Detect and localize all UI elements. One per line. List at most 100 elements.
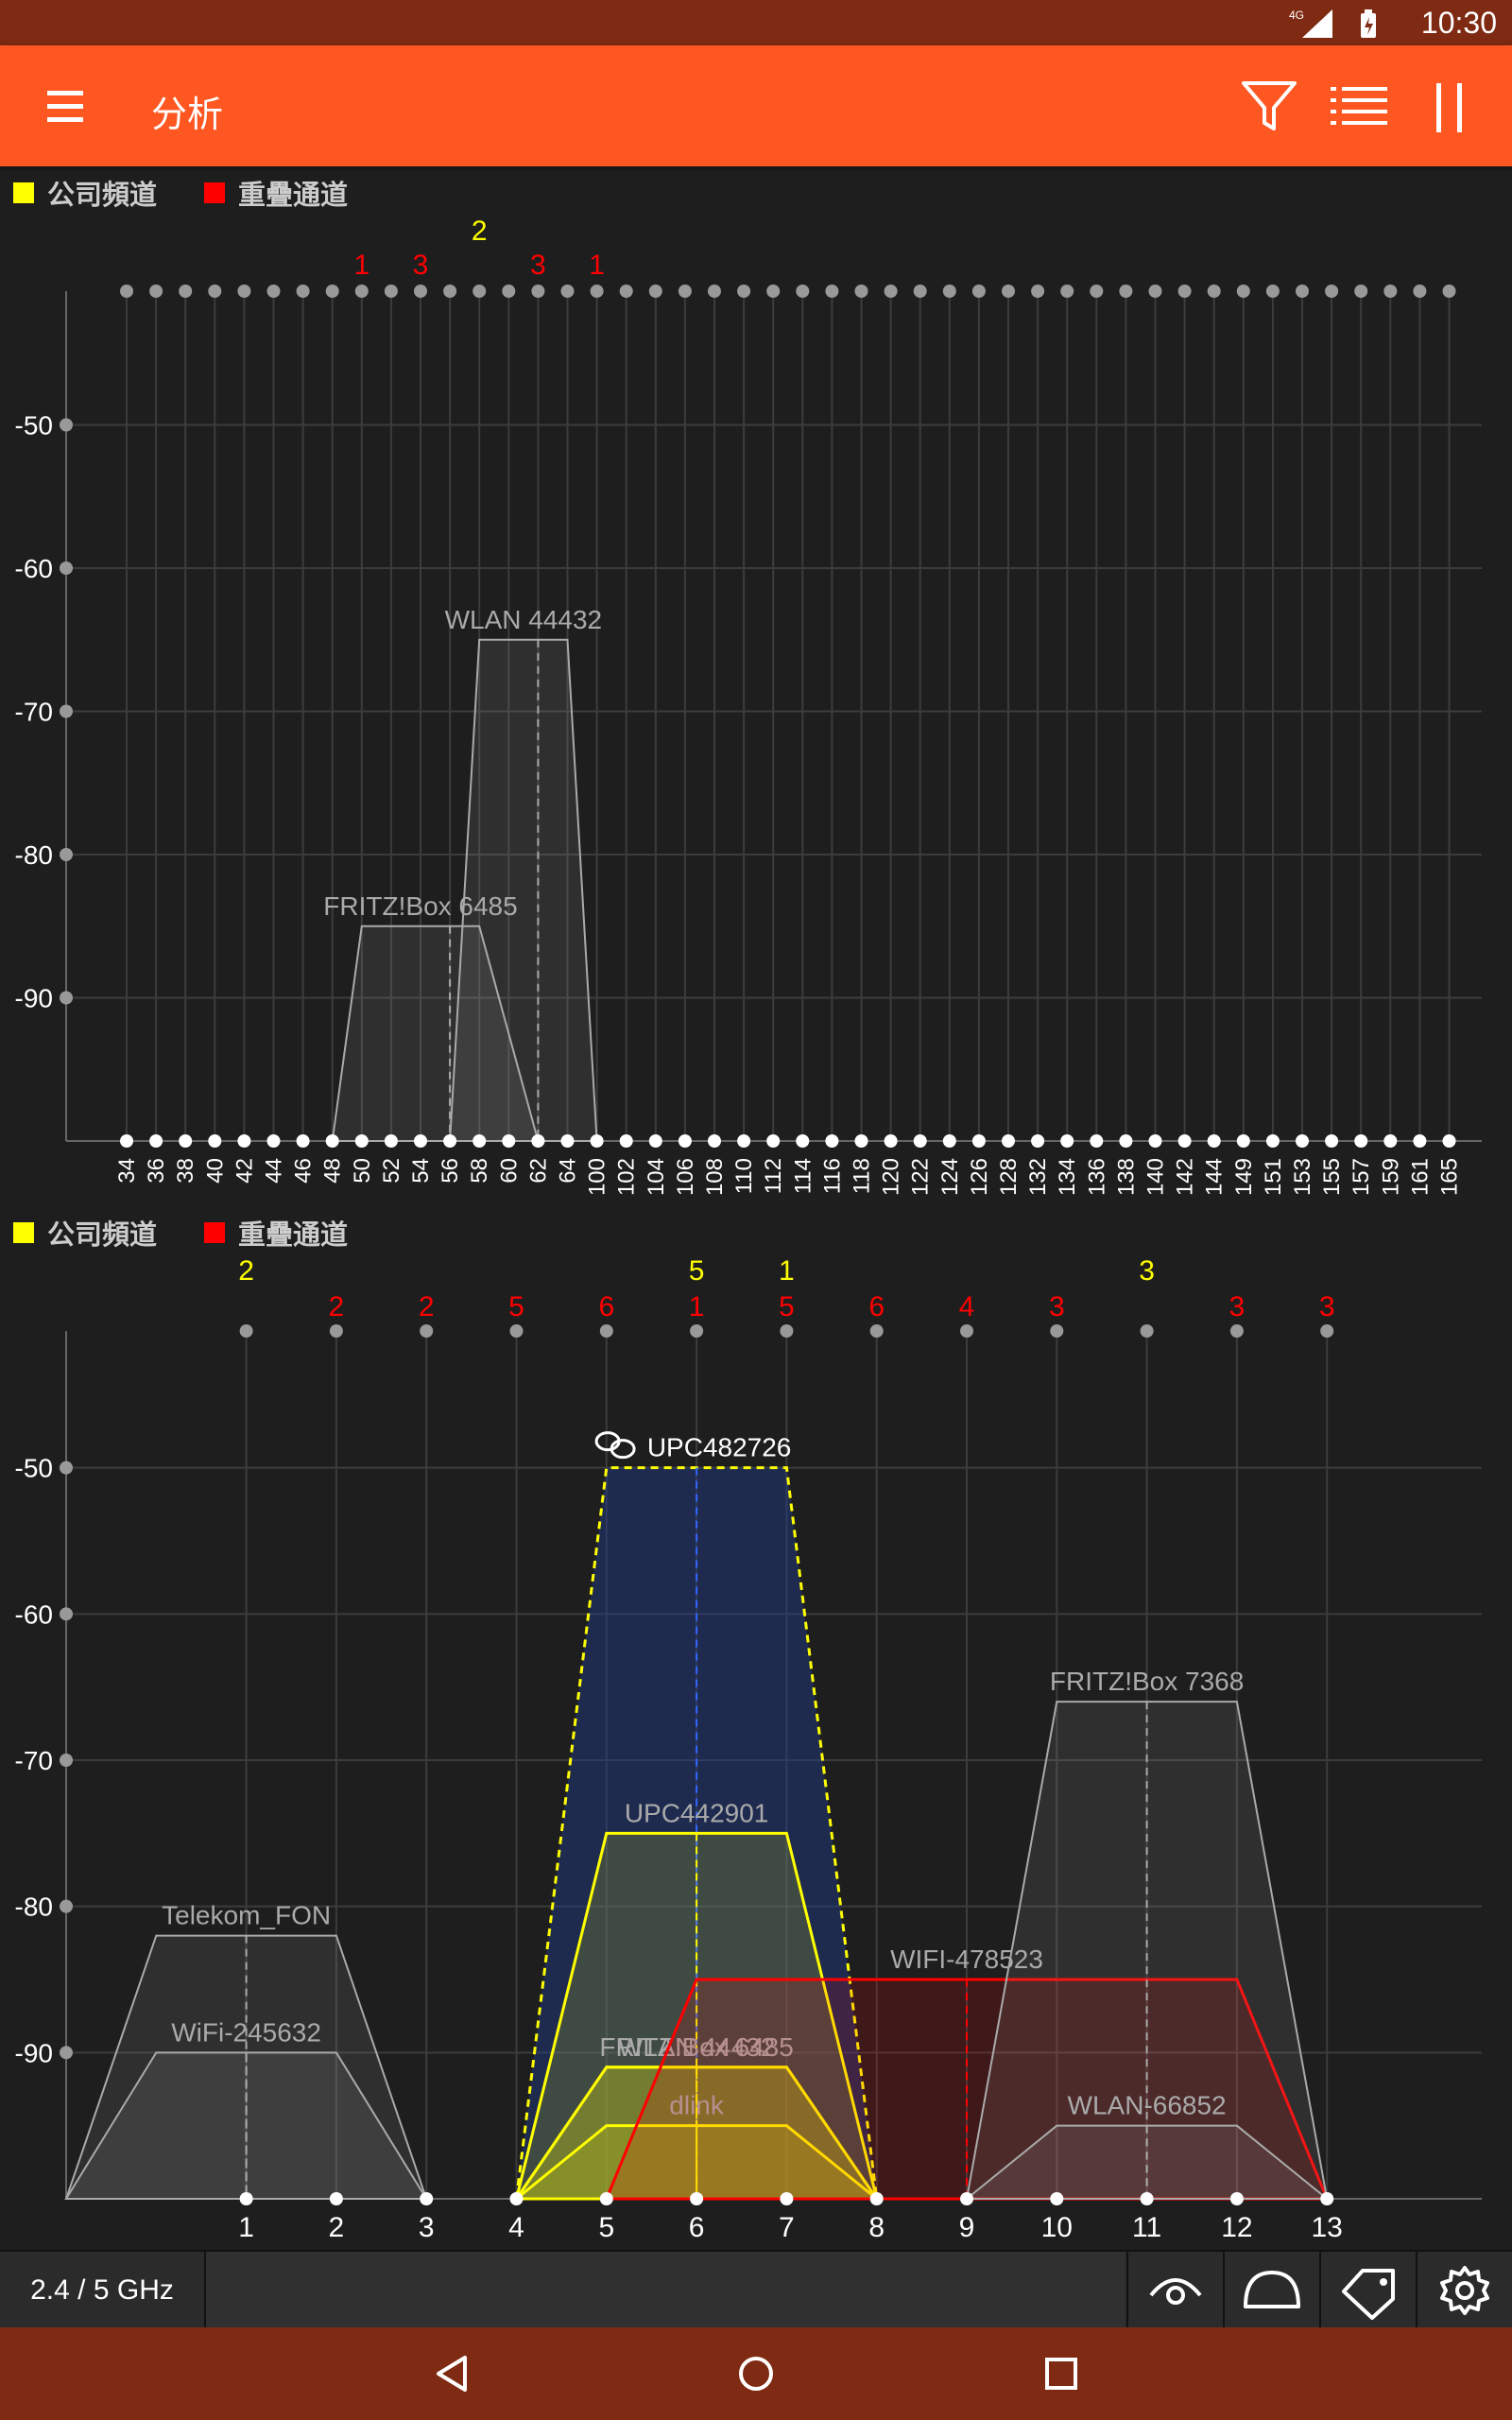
channel-top-dot xyxy=(1090,285,1104,298)
channel-top-dot xyxy=(266,285,281,298)
channel-bottom-dot xyxy=(1031,1134,1045,1148)
channel-top-dot xyxy=(443,285,457,298)
bottom-toolbar-spacer xyxy=(206,2252,1125,2329)
channel-top-dot xyxy=(179,285,193,298)
cell-signal-icon xyxy=(1302,9,1332,38)
channel-bottom-dot xyxy=(1320,2192,1334,2205)
channel-top-dot xyxy=(296,285,310,298)
x-tick-label: 104 xyxy=(644,1158,669,1196)
channel-count-label: 3 xyxy=(1229,1291,1246,1322)
x-tick-label: 36 xyxy=(144,1158,169,1184)
x-tick-label: 155 xyxy=(1319,1158,1345,1196)
home-circle-icon[interactable] xyxy=(732,2350,780,2397)
channel-count-label: 3 xyxy=(1049,1291,1065,1322)
bottom-toolbar: 2.4 / 5 GHz xyxy=(0,2250,1512,2329)
network-label: FRITZ!Box 7368 xyxy=(1050,1667,1244,1696)
channel-top-dot xyxy=(414,285,427,298)
channel-top-dot xyxy=(1296,285,1309,298)
gear-icon[interactable] xyxy=(1416,2252,1512,2329)
channel-bottom-dot xyxy=(1296,1134,1309,1148)
channel-count-label: 1 xyxy=(589,250,605,281)
channel-bottom-dot xyxy=(1119,1134,1133,1148)
network-label: UPC482726 xyxy=(647,1433,792,1462)
recents-square-icon[interactable] xyxy=(1038,2350,1085,2397)
tag-icon[interactable] xyxy=(1319,2252,1416,2329)
channel-top-dot xyxy=(120,285,133,298)
channel-bottom-dot xyxy=(1177,1134,1192,1148)
channel-top-dot xyxy=(960,1324,973,1338)
channel-count-label: 3 xyxy=(1319,1291,1335,1322)
y-tick-dot xyxy=(60,1461,73,1475)
network-label: UPC442901 xyxy=(625,1798,769,1827)
x-tick-label: 10 xyxy=(1041,2212,1073,2243)
status-icons: 4G xyxy=(1289,9,1376,38)
channel-top-dot xyxy=(737,285,751,298)
channel-bottom-dot xyxy=(869,2192,884,2205)
channel-count-label: 3 xyxy=(413,250,429,281)
channel-bottom-dot xyxy=(1060,1134,1074,1148)
x-tick-label: 134 xyxy=(1055,1158,1080,1196)
channel-top-dot xyxy=(1413,285,1427,298)
channel-bottom-dot xyxy=(1090,1134,1104,1148)
channel-top-dot xyxy=(1325,285,1339,298)
y-tick-dot xyxy=(60,562,73,575)
pause-icon[interactable] xyxy=(1429,79,1472,136)
x-tick-label: 56 xyxy=(438,1158,463,1184)
channel-top-dot xyxy=(1320,1324,1334,1338)
x-tick-label: 151 xyxy=(1261,1158,1286,1196)
back-triangle-icon[interactable] xyxy=(429,2350,476,2397)
chart-5ghz[interactable]: 公司頻道 重疊通道 -50 -60 -70 -80 -90 WLAN 44432 FRITZ… xyxy=(0,166,1512,1206)
channel-top-dot xyxy=(354,285,369,298)
channel-count-label: 4 xyxy=(959,1291,975,1322)
channel-bottom-dot xyxy=(942,1134,956,1148)
x-tick-label: 136 xyxy=(1084,1158,1109,1196)
list-icon[interactable] xyxy=(1331,81,1391,134)
channel-bottom-dot xyxy=(1050,2192,1064,2205)
y-tick-dot xyxy=(60,1899,73,1913)
x-tick-label: 128 xyxy=(996,1158,1022,1196)
x-tick-label: 1 xyxy=(238,2212,254,2243)
channel-count-label: 1 xyxy=(353,250,369,281)
hamburger-icon[interactable] xyxy=(38,83,94,130)
app-bar: 分析 xyxy=(0,45,1512,166)
x-tick-label: 116 xyxy=(819,1158,845,1194)
channel-bottom-dot xyxy=(766,1134,781,1148)
eye-icon[interactable] xyxy=(1126,2252,1223,2329)
channel-bottom-dot xyxy=(1002,1134,1015,1148)
x-tick-label: 44 xyxy=(262,1158,287,1184)
channel-top-dot xyxy=(1060,285,1074,298)
y-tick-label: -90 xyxy=(15,2038,53,2067)
channel-top-dot xyxy=(1265,285,1280,298)
x-tick-label: 60 xyxy=(496,1158,522,1184)
channel-bottom-dot xyxy=(619,1134,633,1148)
x-tick-label: 6 xyxy=(689,2212,705,2243)
x-tick-label: 106 xyxy=(673,1158,698,1196)
y-tick-dot xyxy=(60,2046,73,2060)
band-selector[interactable]: 2.4 / 5 GHz xyxy=(0,2252,206,2329)
channel-bottom-dot xyxy=(420,2192,434,2205)
x-tick-label: 144 xyxy=(1202,1158,1228,1196)
channel-top-dot xyxy=(1207,285,1221,298)
x-tick-label: 8 xyxy=(868,2212,885,2243)
x-tick-label: 124 xyxy=(937,1158,963,1196)
channel-bottom-dot xyxy=(708,1134,721,1148)
channel-top-dot xyxy=(1002,285,1015,298)
channel-bottom-dot xyxy=(780,2192,794,2205)
half-circle-icon[interactable] xyxy=(1223,2252,1319,2329)
chart-24ghz[interactable]: 公司頻道 重疊通道 -50 -60 -70 -80 -90 UPC482726 UPC442… xyxy=(0,1206,1512,2250)
channel-bottom-dot xyxy=(854,1134,868,1148)
channel-top-dot xyxy=(599,1324,613,1338)
x-tick-label: 118 xyxy=(850,1158,875,1194)
channel-bottom-dot xyxy=(266,1134,281,1148)
filter-icon[interactable] xyxy=(1240,78,1298,136)
network-type-label: 4G xyxy=(1289,9,1304,22)
channel-top-dot xyxy=(384,285,398,298)
channel-top-dot xyxy=(239,1324,253,1338)
channel-top-dot xyxy=(149,285,163,298)
channel-top-dot xyxy=(869,1324,884,1338)
channel-bottom-dot xyxy=(531,1134,545,1148)
network-curve xyxy=(965,1701,1329,2200)
x-tick-label: 157 xyxy=(1349,1158,1374,1196)
channel-count-label: 1 xyxy=(689,1291,705,1322)
network-label: WLAN-66852 xyxy=(1068,2091,1227,2120)
